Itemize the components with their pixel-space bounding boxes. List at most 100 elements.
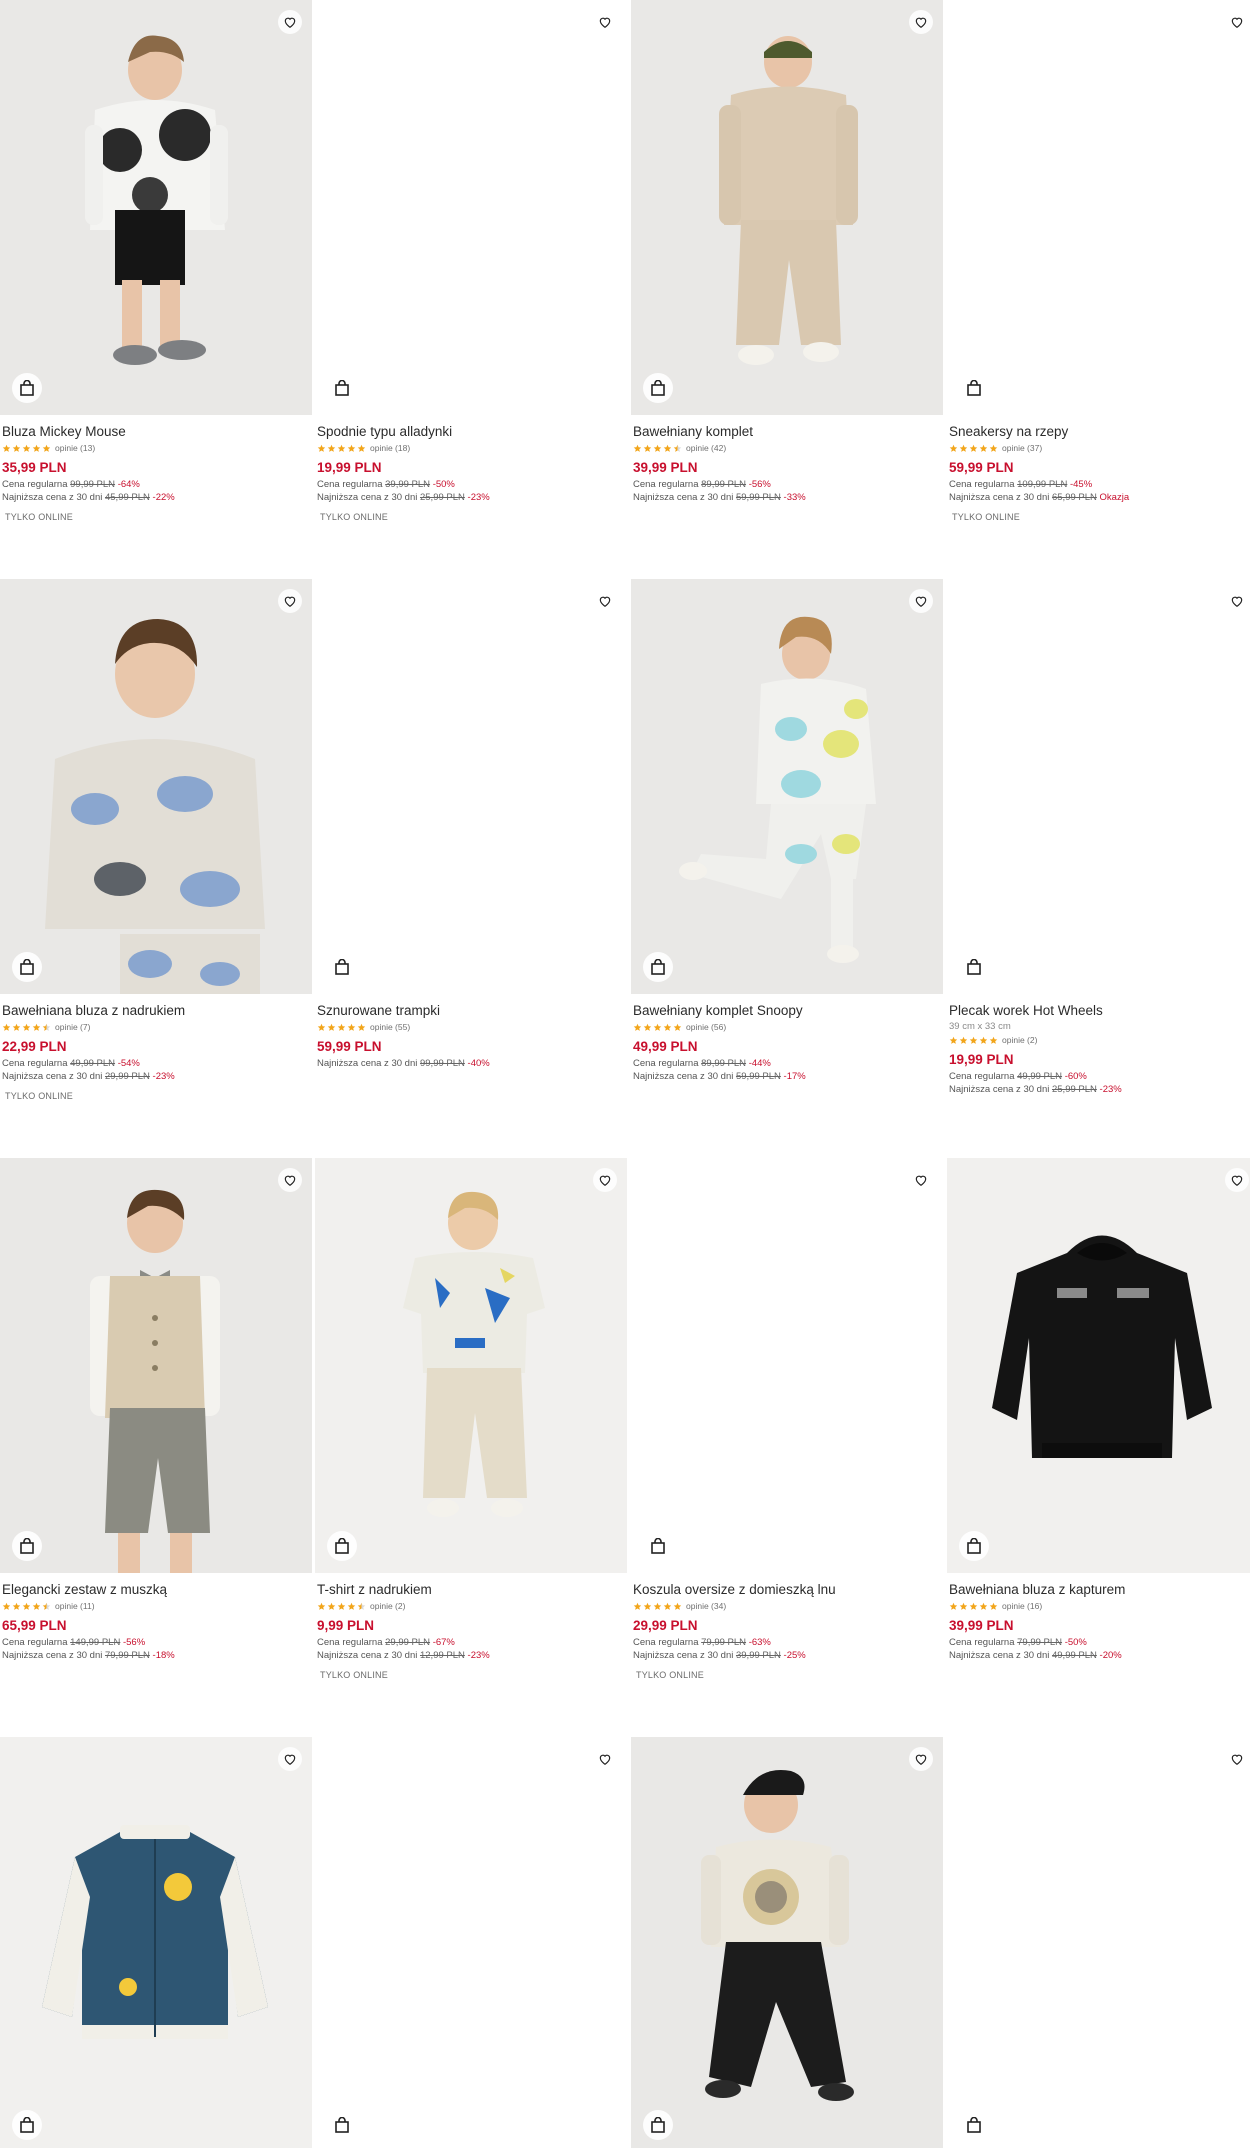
product-image[interactable] [0,1737,312,2148]
star-full-icon [633,1602,642,1610]
add-to-wishlist-button[interactable] [593,10,617,34]
add-to-wishlist-button[interactable] [909,589,933,613]
add-to-cart-button[interactable] [327,952,357,982]
rating-stars [949,1602,998,1611]
star-full-icon [653,1023,662,1031]
star-full-icon [317,1602,326,1610]
add-to-cart-button[interactable] [959,1531,989,1561]
add-to-cart-button[interactable] [959,952,989,982]
review-count[interactable]: opinie (2) [1002,1035,1037,1045]
add-to-wishlist-button[interactable] [593,589,617,613]
product-info: Plecak worek Hot Wheels 39 cm x 33 cm opin… [947,994,1250,1095]
product-name[interactable]: Elegancki zestaw z muszką [2,1581,310,1598]
add-to-cart-button[interactable] [643,1531,673,1561]
review-count[interactable]: opinie (34) [686,1601,726,1611]
review-count[interactable]: opinie (7) [55,1022,90,1032]
product-image[interactable] [631,579,943,994]
product-card[interactable]: Bawełniany komplet Snoopy opinie (56) 49,9… [631,579,943,1082]
add-to-cart-button[interactable] [959,2110,989,2140]
product-card[interactable]: Koszula oversize z domieszką lnu opinie (… [631,1158,943,1680]
online-only-badge: TYLKO ONLINE [636,1670,704,1680]
add-to-cart-button[interactable] [12,952,42,982]
add-to-cart-button[interactable] [643,373,673,403]
product-name[interactable]: Bawełniana bluza z nadrukiem [2,1002,310,1019]
product-card[interactable] [631,1737,943,2148]
review-count[interactable]: opinie (42) [686,443,726,453]
product-card[interactable]: T-shirt z nadrukiem opinie (2) 9,99 PLN Cen… [315,1158,627,1680]
add-to-cart-button[interactable] [12,2110,42,2140]
product-image[interactable] [0,1158,312,1573]
add-to-cart-button[interactable] [959,373,989,403]
add-to-wishlist-button[interactable] [278,1747,302,1771]
shopping-bag-icon [651,1538,665,1554]
product-card[interactable] [315,1737,627,2148]
product-image[interactable] [315,1158,627,1573]
product-image[interactable] [947,0,1250,415]
product-image[interactable] [631,1158,943,1573]
review-count[interactable]: opinie (18) [370,443,410,453]
product-card[interactable]: Elegancki zestaw z muszką opinie (11) 65,9… [0,1158,312,1661]
add-to-cart-button[interactable] [327,2110,357,2140]
review-count[interactable]: opinie (11) [55,1601,95,1611]
product-name[interactable]: Koszula oversize z domieszką lnu [633,1581,941,1598]
product-card[interactable]: Bawełniana bluza z kapturem opinie (16) 39… [947,1158,1250,1661]
add-to-wishlist-button[interactable] [1225,589,1249,613]
lowest-price-value: 65,99 PLN [1051,492,1097,503]
add-to-cart-button[interactable] [643,952,673,982]
review-count[interactable]: opinie (2) [370,1601,405,1611]
product-name[interactable]: Bawełniana bluza z kapturem [949,1581,1250,1598]
product-card[interactable]: Bawełniany komplet opinie (42) 39,99 PLN Ce… [631,0,943,503]
add-to-wishlist-button[interactable] [909,10,933,34]
product-card[interactable]: Sznurowane trampki opinie (55) 59,99 PLN Na… [315,579,627,1069]
product-image[interactable] [947,1737,1250,2148]
add-to-wishlist-button[interactable] [593,1168,617,1192]
review-count[interactable]: opinie (56) [686,1022,726,1032]
add-to-cart-button[interactable] [12,1531,42,1561]
product-card[interactable]: Spodnie typu alladynki opinie (18) 19,99 P… [315,0,627,522]
product-name[interactable]: Bluza Mickey Mouse [2,423,310,440]
review-count[interactable]: opinie (13) [55,443,95,453]
product-image[interactable] [0,0,312,415]
add-to-wishlist-button[interactable] [1225,10,1249,34]
add-to-cart-button[interactable] [327,1531,357,1561]
product-image[interactable] [631,1737,943,2148]
product-card[interactable]: Sneakersy na rzepy opinie (37) 59,99 PLN Ce… [947,0,1250,522]
product-name[interactable]: Bawełniany komplet Snoopy [633,1002,941,1019]
add-to-wishlist-button[interactable] [1225,1747,1249,1771]
add-to-wishlist-button[interactable] [909,1168,933,1192]
product-image[interactable] [315,0,627,415]
heart-icon [1231,17,1243,28]
review-count[interactable]: opinie (37) [1002,443,1042,453]
product-image[interactable] [631,0,943,415]
product-card[interactable] [947,1737,1250,2148]
product-name[interactable]: Spodnie typu alladynki [317,423,625,440]
product-image[interactable] [947,1158,1250,1573]
star-full-icon [663,1023,672,1031]
product-card[interactable] [0,1737,312,2148]
product-card[interactable]: Bawełniana bluza z nadrukiem opinie (7) 22… [0,579,312,1101]
add-to-wishlist-button[interactable] [593,1747,617,1771]
add-to-wishlist-button[interactable] [278,1168,302,1192]
product-name[interactable]: Sneakersy na rzepy [949,423,1250,440]
add-to-cart-button[interactable] [327,373,357,403]
product-name[interactable]: Sznurowane trampki [317,1002,625,1019]
add-to-cart-button[interactable] [643,2110,673,2140]
product-image[interactable] [315,579,627,994]
product-name[interactable]: T-shirt z nadrukiem [317,1581,625,1598]
product-image[interactable] [0,579,312,994]
add-to-wishlist-button[interactable] [909,1747,933,1771]
product-image[interactable] [947,579,1250,994]
add-to-wishlist-button[interactable] [278,10,302,34]
product-card[interactable]: Bluza Mickey Mouse opinie (13) 35,99 PLN Ce… [0,0,312,522]
product-image[interactable] [315,1737,627,2148]
review-count[interactable]: opinie (16) [1002,1601,1042,1611]
add-to-wishlist-button[interactable] [1225,1168,1249,1192]
product-card[interactable]: Plecak worek Hot Wheels 39 cm x 33 cm opin… [947,579,1250,1095]
add-to-wishlist-button[interactable] [278,589,302,613]
product-name[interactable]: Bawełniany komplet [633,423,941,440]
star-full-icon [969,1036,978,1044]
product-name[interactable]: Plecak worek Hot Wheels [949,1002,1250,1019]
review-count[interactable]: opinie (55) [370,1022,410,1032]
add-to-cart-button[interactable] [12,373,42,403]
varsity-jacket-illustration [42,1825,268,2039]
